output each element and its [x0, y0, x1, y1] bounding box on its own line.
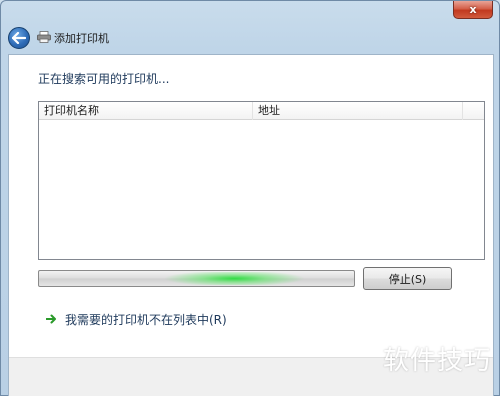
column-header-address[interactable]: 地址	[253, 102, 463, 120]
stop-button[interactable]: 停止(S)	[363, 267, 452, 290]
printer-icon	[37, 31, 51, 43]
back-arrow-icon	[12, 32, 26, 44]
back-button[interactable]	[8, 27, 30, 49]
title-bar: 添加打印机	[3, 21, 497, 53]
printer-list[interactable]: 打印机名称 地址	[38, 101, 485, 260]
close-label: x	[469, 3, 477, 16]
close-button[interactable]: x	[453, 1, 493, 19]
list-header: 打印机名称 地址	[39, 102, 484, 120]
printer-not-listed-label: 我需要的打印机不在列表中(R)	[65, 312, 227, 327]
column-header-filler	[463, 102, 484, 120]
window-frame: x 添加打印机 正在搜索可用的打印机... 打印机名称 地址 停止(S) 我需要…	[0, 0, 500, 396]
window-title: 添加打印机	[54, 32, 109, 45]
search-progress-bar	[38, 270, 355, 287]
page-heading: 正在搜索可用的打印机...	[38, 72, 170, 86]
stop-button-label: 停止(S)	[388, 272, 427, 286]
column-header-printer-name[interactable]: 打印机名称	[39, 102, 253, 120]
progress-glow	[39, 272, 354, 285]
printer-not-listed-link[interactable]: 我需要的打印机不在列表中(R)	[46, 310, 227, 328]
green-arrow-icon	[46, 314, 56, 324]
watermark-text: 软件技巧	[382, 346, 491, 376]
